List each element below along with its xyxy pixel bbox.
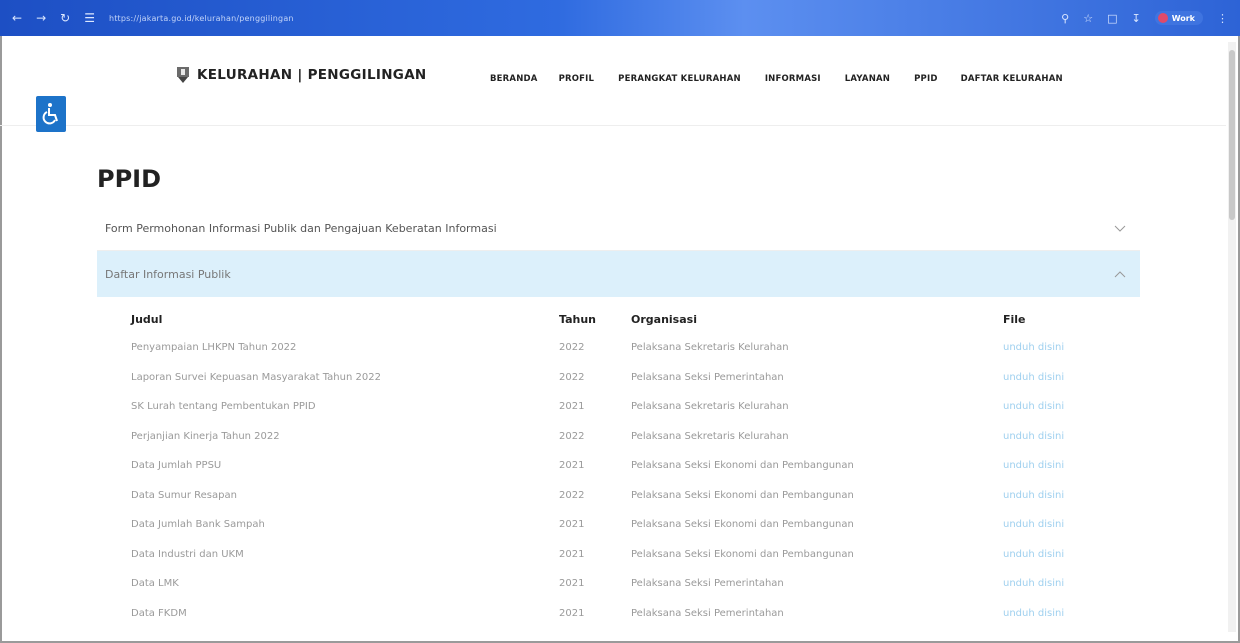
nav-informasi[interactable]: INFORMASI	[765, 74, 821, 84]
download-link[interactable]: unduh disini	[1003, 578, 1081, 589]
star-icon[interactable]: ☆	[1083, 12, 1093, 25]
cell-tahun: 2021	[559, 578, 585, 590]
download-link[interactable]: unduh disini	[1003, 431, 1081, 442]
profile-button[interactable]: Work	[1154, 11, 1203, 25]
chevron-up-icon	[1114, 271, 1126, 278]
accordion-label: Daftar Informasi Publik	[105, 267, 231, 281]
brand[interactable]: KELURAHAN | PENGGILINGAN	[175, 66, 427, 84]
cell-tahun: 2021	[559, 460, 585, 472]
download-link[interactable]: unduh disini	[1003, 519, 1081, 530]
table-row: Data Sumur Resapan 2022 Pelaksana Seksi Ek…	[131, 481, 1081, 511]
tab-icon[interactable]: □	[1107, 12, 1117, 25]
profile-label: Work	[1171, 13, 1195, 23]
download-link[interactable]: unduh disini	[1003, 549, 1081, 560]
nav-ppid[interactable]: PPID	[914, 74, 937, 84]
nav-beranda[interactable]: BERANDA	[490, 74, 538, 84]
search-icon[interactable]: ⚲	[1061, 12, 1069, 25]
browser-actions: ⚲ ☆ □ ↧ Work ⋮	[1061, 11, 1228, 25]
chevron-down-icon	[1114, 225, 1126, 232]
site-header: KELURAHAN | PENGGILINGAN BERANDA PROFIL …	[0, 36, 1226, 126]
cell-tahun: 2021	[559, 519, 585, 531]
logo-icon	[177, 67, 189, 83]
cell-judul: Laporan Survei Kepuasan Masyarakat Tahun…	[131, 371, 381, 383]
browser-toolbar: ← → ↻ ☰ https://jakarta.go.id/kelurahan/…	[0, 0, 1240, 36]
address-bar[interactable]: https://jakarta.go.id/kelurahan/penggili…	[109, 14, 294, 23]
column-header-organisasi: Organisasi	[631, 312, 697, 326]
scrollbar-thumb[interactable]	[1229, 50, 1235, 220]
cell-tahun: 2022	[559, 342, 585, 354]
menu-icon[interactable]: ⋮	[1217, 12, 1228, 25]
download-icon[interactable]: ↧	[1131, 12, 1140, 25]
cell-judul: Data Industri dan UKM	[131, 548, 244, 560]
cell-organisasi: Pelaksana Sekretaris Kelurahan	[631, 401, 789, 413]
accessibility-button[interactable]	[36, 96, 66, 132]
informasi-table: Judul Tahun Organisasi File Penyampaian …	[131, 305, 1081, 628]
cell-judul: SK Lurah tentang Pembentukan PPID	[131, 401, 316, 413]
cell-organisasi: Pelaksana Seksi Ekonomi dan Pembangunan	[631, 548, 854, 560]
accordion-item-daftar-informasi[interactable]: Daftar Informasi Publik	[97, 251, 1140, 297]
forward-icon[interactable]: →	[36, 12, 46, 24]
table-row: Data LMK 2021 Pelaksana Seksi Pemerintahan…	[131, 569, 1081, 599]
download-link[interactable]: unduh disini	[1003, 401, 1081, 412]
main-nav: BERANDA PROFIL PERANGKAT KELURAHAN INFOR…	[490, 74, 1063, 84]
table-body: Penyampaian LHKPN Tahun 2022 2022 Pelaksan…	[131, 333, 1081, 628]
accordion: Form Permohonan Informasi Publik dan Pen…	[97, 207, 1140, 297]
cell-judul: Penyampaian LHKPN Tahun 2022	[131, 342, 297, 354]
reload-icon[interactable]: ↻	[60, 12, 70, 24]
cell-organisasi: Pelaksana Seksi Ekonomi dan Pembangunan	[631, 489, 854, 501]
cell-tahun: 2021	[559, 548, 585, 560]
column-header-file: File	[1003, 312, 1026, 326]
cell-tahun: 2022	[559, 430, 585, 442]
nav-layanan[interactable]: LAYANAN	[845, 74, 890, 84]
cell-judul: Data LMK	[131, 578, 179, 590]
table-row: Data Industri dan UKM 2021 Pelaksana Seksi…	[131, 540, 1081, 570]
download-link[interactable]: unduh disini	[1003, 372, 1081, 383]
cell-organisasi: Pelaksana Seksi Ekonomi dan Pembangunan	[631, 460, 854, 472]
download-link[interactable]: unduh disini	[1003, 608, 1081, 619]
browser-nav: ← → ↻ ☰	[12, 12, 95, 24]
download-link[interactable]: unduh disini	[1003, 342, 1081, 353]
cell-judul: Data Jumlah PPSU	[131, 460, 222, 472]
table-row: Perjanjian Kinerja Tahun 2022 2022 Pelaksa…	[131, 422, 1081, 452]
table-header: Judul Tahun Organisasi File	[131, 305, 1081, 333]
table-row: Laporan Survei Kepuasan Masyarakat Tahun…	[131, 363, 1081, 393]
column-header-judul: Judul	[131, 312, 163, 326]
back-icon[interactable]: ←	[12, 12, 22, 24]
cell-judul: Data Sumur Resapan	[131, 489, 237, 501]
cell-organisasi: Pelaksana Seksi Ekonomi dan Pembangunan	[631, 519, 854, 531]
table-row: Data Jumlah Bank Sampah 2021 Pelaksana Sek…	[131, 510, 1081, 540]
cell-organisasi: Pelaksana Sekretaris Kelurahan	[631, 430, 789, 442]
scrollbar[interactable]	[1228, 42, 1236, 632]
cell-judul: Perjanjian Kinerja Tahun 2022	[131, 430, 280, 442]
cell-organisasi: Pelaksana Seksi Pemerintahan	[631, 607, 784, 619]
table-row: Penyampaian LHKPN Tahun 2022 2022 Pelaksan…	[131, 333, 1081, 363]
avatar	[1157, 13, 1168, 23]
nav-daftar-kelurahan[interactable]: DAFTAR KELURAHAN	[961, 74, 1063, 84]
brand-title: KELURAHAN | PENGGILINGAN	[197, 67, 427, 83]
cell-tahun: 2021	[559, 401, 585, 413]
cell-tahun: 2022	[559, 489, 585, 501]
table-row: Data Jumlah PPSU 2021 Pelaksana Seksi Ekon…	[131, 451, 1081, 481]
accordion-item-form-permohonan[interactable]: Form Permohonan Informasi Publik dan Pen…	[97, 207, 1140, 251]
cell-organisasi: Pelaksana Seksi Pemerintahan	[631, 371, 784, 383]
page-title: PPID	[97, 165, 162, 193]
cell-judul: Data Jumlah Bank Sampah	[131, 519, 265, 531]
cell-organisasi: Pelaksana Seksi Pemerintahan	[631, 578, 784, 590]
table-row: SK Lurah tentang Pembentukan PPID 2021 Pel…	[131, 392, 1081, 422]
accordion-label: Form Permohonan Informasi Publik dan Pen…	[105, 222, 497, 235]
cell-tahun: 2022	[559, 371, 585, 383]
cell-tahun: 2021	[559, 607, 585, 619]
download-link[interactable]: unduh disini	[1003, 490, 1081, 501]
cell-judul: Data FKDM	[131, 607, 187, 619]
nav-profil[interactable]: PROFIL	[559, 74, 595, 84]
download-link[interactable]: unduh disini	[1003, 460, 1081, 471]
nav-perangkat-kelurahan[interactable]: PERANGKAT KELURAHAN	[618, 74, 741, 84]
column-header-tahun: Tahun	[559, 312, 597, 326]
site-info-icon[interactable]: ☰	[84, 12, 95, 24]
wheelchair-icon	[42, 103, 58, 125]
cell-organisasi: Pelaksana Sekretaris Kelurahan	[631, 342, 789, 354]
table-row: Data FKDM 2021 Pelaksana Seksi Pemerintaha…	[131, 599, 1081, 629]
